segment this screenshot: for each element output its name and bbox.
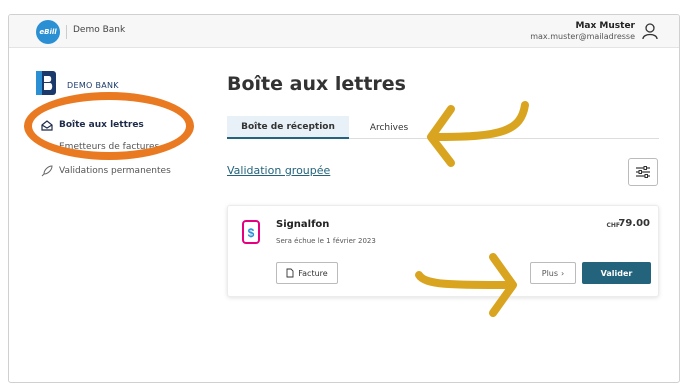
filter-button[interactable] <box>628 158 658 186</box>
bulk-validation-link[interactable]: Validation groupée <box>227 164 330 177</box>
document-icon <box>286 268 294 278</box>
user-name: Max Muster <box>575 21 635 31</box>
sliders-icon <box>636 166 650 178</box>
user-email: max.muster@mailadresse <box>530 32 635 41</box>
invoice-button[interactable]: Facture <box>276 262 338 284</box>
bank-logo-icon <box>36 71 56 95</box>
annotation-arrow-left-icon <box>427 101 529 167</box>
bill-amount: 79.00 <box>618 218 650 229</box>
top-bar: eBill Demo Bank Max Muster max.muster@ma… <box>9 15 679 48</box>
signalfon-logo-icon: $ <box>242 220 260 244</box>
annotation-arrow-right-icon <box>415 253 517 317</box>
tab-inbox[interactable]: Boîte de réception <box>227 116 349 139</box>
bill-sender: Signalfon <box>276 219 330 230</box>
app-window: eBill Demo Bank Max Muster max.muster@ma… <box>8 14 680 383</box>
highlight-oval <box>24 92 194 160</box>
bank-name: Demo Bank <box>73 25 126 35</box>
svg-text:$: $ <box>248 226 255 240</box>
sidebar-item-permanent-validations[interactable]: Validations permanentes <box>41 165 171 177</box>
invoice-button-label: Facture <box>298 268 328 278</box>
validate-button[interactable]: Valider <box>582 262 651 284</box>
user-icon[interactable] <box>641 22 659 40</box>
top-divider <box>66 25 67 39</box>
page-title: Boîte aux lettres <box>227 73 406 95</box>
tab-archives[interactable]: Archives <box>359 116 419 139</box>
more-button[interactable]: Plus › <box>530 262 576 284</box>
ebill-logo[interactable]: eBill <box>36 20 60 44</box>
bill-due-date: Sera échue le 1 février 2023 <box>276 237 376 245</box>
bank-logo-text: DEMO BANK <box>67 81 119 90</box>
more-button-label: Plus <box>541 268 559 278</box>
sidebar-item-label: Validations permanentes <box>59 166 171 176</box>
chevron-right-icon: › <box>561 268 565 278</box>
rocket-icon <box>41 165 53 177</box>
